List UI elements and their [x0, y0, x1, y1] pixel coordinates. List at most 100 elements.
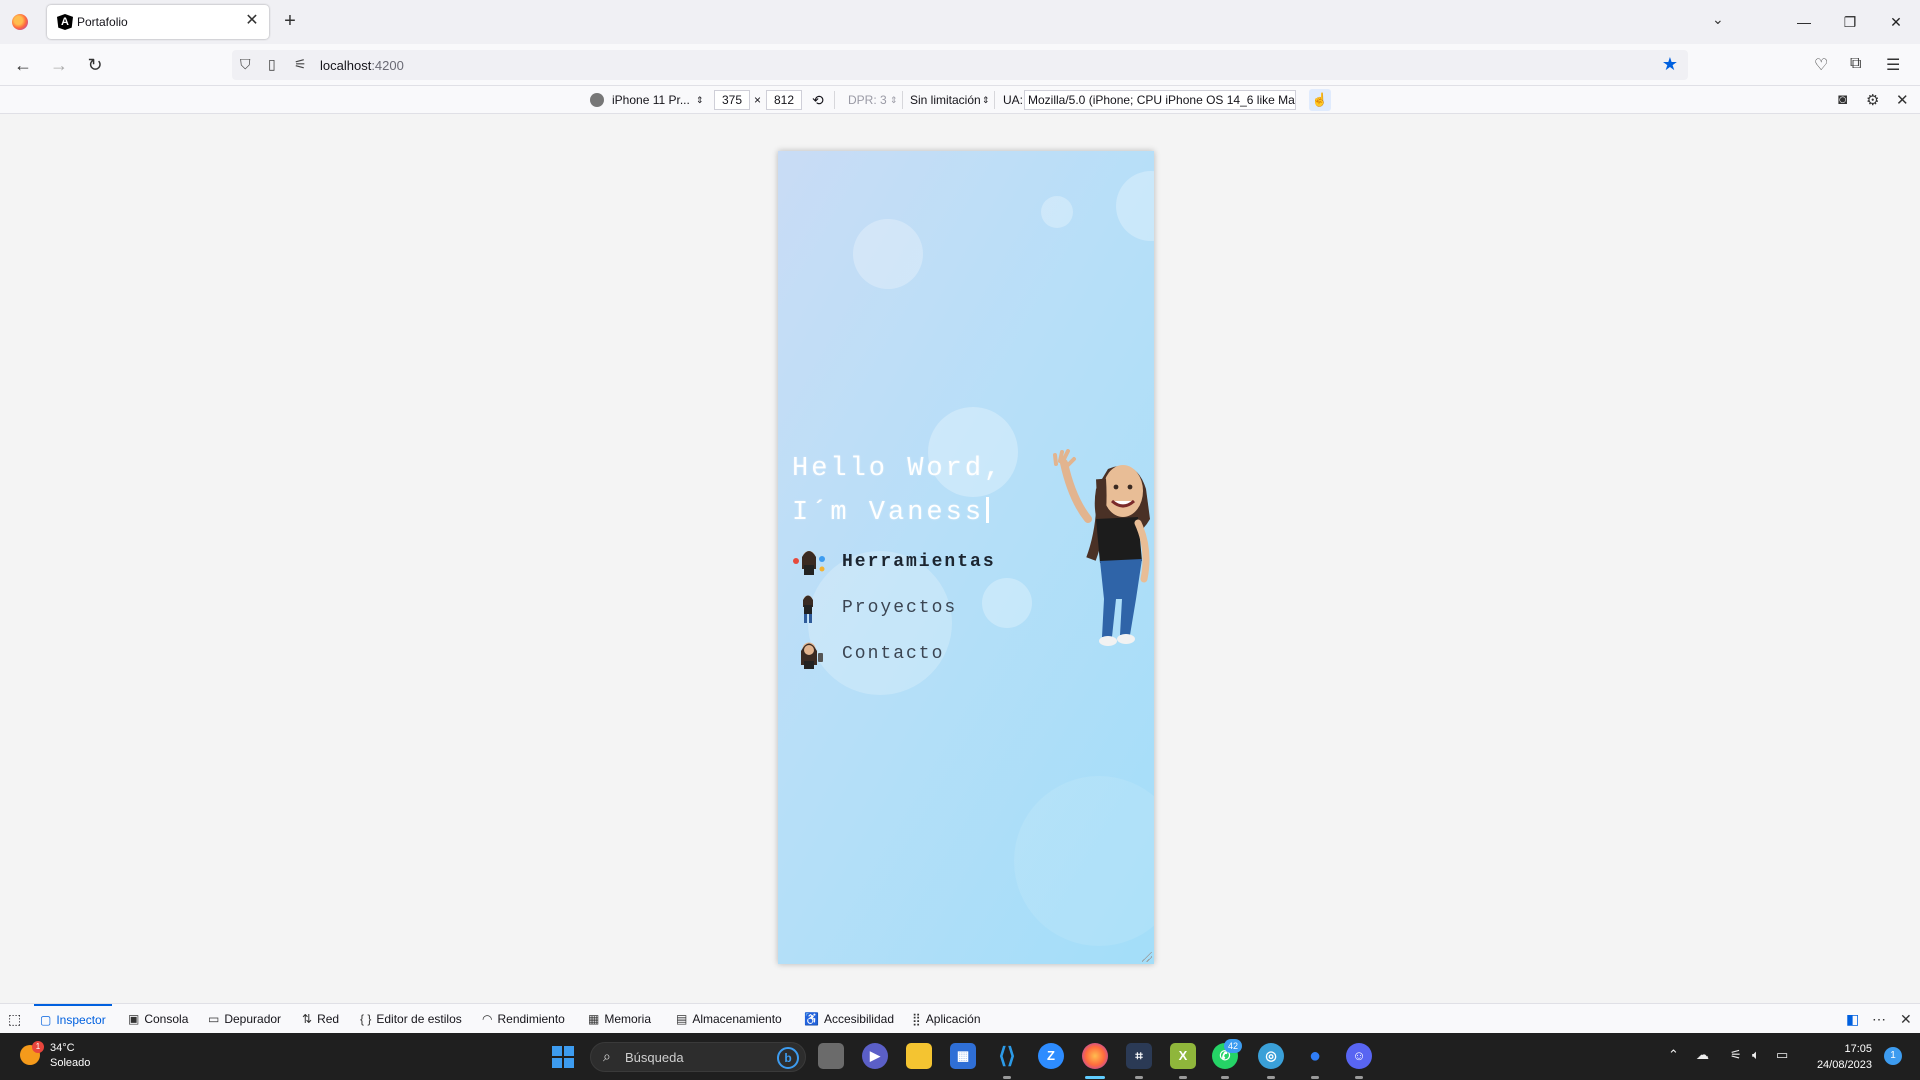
device-selector[interactable]: iPhone 11 Pr... — [612, 91, 690, 109]
avatar-illustration — [1046, 449, 1154, 649]
url-text[interactable]: localhost:4200 — [320, 58, 404, 73]
dpr-selector[interactable]: DPR: 3 — [848, 91, 887, 109]
proyectos-avatar-icon — [792, 593, 826, 623]
resize-handle[interactable] — [1142, 952, 1152, 962]
devtools-tab-application[interactable]: ⣿ Aplicación — [912, 1004, 981, 1034]
height-input[interactable]: 812 — [766, 90, 802, 110]
start-windows-icon[interactable] — [552, 1046, 574, 1068]
url-bar[interactable]: ⛉ ▯ ⚟ localhost:4200 ★ — [232, 50, 1688, 80]
close-devtools-icon[interactable]: ✕ — [1900, 1011, 1912, 1028]
menu-icon[interactable]: ☰ — [1886, 55, 1900, 75]
responsive-design-toolbar: iPhone 11 Pr... ⇕ 375 × 812 ⟲ DPR: 3 ⇕ S… — [0, 86, 1920, 114]
vscode-icon[interactable]: ⟨⟩ — [994, 1043, 1020, 1069]
pocket-icon[interactable]: ♡ — [1814, 55, 1828, 75]
debugger-icon: ▭ — [208, 1012, 220, 1026]
throttle-selector[interactable]: Sin limitación — [910, 91, 981, 109]
bubble — [1116, 171, 1154, 241]
battery-icon[interactable]: ▭ — [1776, 1047, 1788, 1063]
width-input[interactable]: 375 — [714, 90, 750, 110]
close-window-button[interactable]: ✕ — [1874, 8, 1918, 36]
zoom-icon[interactable]: Z — [1038, 1043, 1064, 1069]
new-tab-button[interactable]: + — [280, 10, 300, 32]
show-hidden-icons-icon[interactable]: ⌃ — [1668, 1047, 1679, 1063]
notification-badge[interactable]: 1 — [1884, 1047, 1902, 1065]
page-icon[interactable]: ▯ — [268, 56, 276, 73]
running-indicator — [1003, 1076, 1011, 1079]
devtools-tab-network[interactable]: ⇅ Red — [302, 1004, 339, 1034]
list-all-tabs-icon[interactable]: ⌄ — [1712, 11, 1724, 28]
bing-icon[interactable]: b — [777, 1047, 799, 1069]
extensions-icon[interactable]: ⧉ — [1850, 55, 1861, 73]
shield-icon[interactable]: ⛉ — [240, 56, 251, 73]
menu-label[interactable]: Contacto — [842, 644, 944, 664]
devtools-tab-debugger[interactable]: ▭ Depurador — [208, 1004, 281, 1034]
taskbar: 1 34°C Soleado ⌕ Búsqueda b ▶ ▦ ⟨⟩ Z ⌗ X… — [0, 1033, 1920, 1080]
xampp-icon[interactable]: X — [1170, 1043, 1196, 1069]
mysql-workbench-icon[interactable]: ⌗ — [1126, 1043, 1152, 1069]
firefox-taskbar-icon[interactable] — [1082, 1043, 1108, 1069]
bubble — [1041, 196, 1073, 228]
greeting-line-2: I´m Vaness — [792, 491, 1003, 535]
devtools-tab-storage[interactable]: ▤ Almacenamiento — [676, 1004, 782, 1034]
element-picker-icon[interactable]: ⬚ — [8, 1004, 21, 1034]
menu-item-herramientas[interactable]: Herramientas — [792, 547, 996, 577]
devtools-tab-style-editor[interactable]: { } Editor de estilos — [360, 1004, 462, 1034]
settings-icon[interactable]: ⚙ — [1866, 91, 1879, 109]
weather-temp[interactable]: 34°C — [50, 1042, 75, 1054]
devtools-tab-console[interactable]: ▣ Consola — [128, 1004, 188, 1034]
running-indicator — [1135, 1076, 1143, 1079]
back-button[interactable]: ← — [10, 52, 36, 78]
firefox-icon[interactable] — [12, 14, 28, 30]
devtools-tab-accessibility[interactable]: ♿ Accesibilidad — [804, 1004, 894, 1034]
minimize-button[interactable]: — — [1782, 8, 1826, 36]
teams-icon[interactable]: ▶ — [862, 1043, 888, 1069]
user-agent-input[interactable]: Mozilla/5.0 (iPhone; CPU iPhone OS 14_6 … — [1024, 90, 1296, 110]
search-icon: ⌕ — [603, 1048, 611, 1064]
devtools-tab-inspector[interactable]: ▢ Inspector — [34, 1004, 112, 1034]
contacto-avatar-icon — [792, 639, 826, 669]
dock-side-icon[interactable]: ◧ — [1846, 1011, 1859, 1028]
weather-badge: 1 — [32, 1041, 44, 1053]
taskbar-search[interactable]: ⌕ Búsqueda b — [590, 1042, 806, 1072]
dpr-dropdown-icon[interactable]: ⇕ — [890, 91, 898, 109]
maps-icon[interactable]: ● — [1302, 1043, 1328, 1069]
microsoft-store-icon[interactable]: ▦ — [950, 1043, 976, 1069]
throttle-dropdown-icon[interactable]: ⇕ — [982, 91, 990, 109]
clock-time: 17:05 — [1844, 1043, 1872, 1055]
bookmark-star-icon[interactable]: ★ — [1662, 54, 1678, 75]
menu-label[interactable]: Proyectos — [842, 598, 957, 618]
screenshot-icon[interactable]: ◙ — [1838, 91, 1847, 108]
volume-icon[interactable]: 🔈︎ — [1752, 1047, 1760, 1063]
weather-condition[interactable]: Soleado — [50, 1057, 90, 1069]
menu-label[interactable]: Herramientas — [842, 552, 996, 572]
discord-icon[interactable]: ☺ — [1346, 1043, 1372, 1069]
hero-greeting: Hello Word, I´m Vaness — [792, 447, 1003, 535]
permissions-icon[interactable]: ⚟ — [294, 56, 307, 73]
reload-button[interactable]: ↻ — [82, 52, 108, 78]
running-indicator — [1311, 1076, 1319, 1079]
devtools-tab-performance[interactable]: ◠ Rendimiento — [482, 1004, 565, 1034]
file-explorer-icon[interactable] — [906, 1043, 932, 1069]
running-indicator-active — [1085, 1076, 1105, 1079]
rotate-icon[interactable]: ⟲ — [812, 91, 824, 109]
separator — [994, 91, 995, 109]
task-view-icon[interactable] — [818, 1043, 844, 1069]
more-options-icon[interactable]: ⋯ — [1872, 1011, 1886, 1028]
devtools-tab-memory[interactable]: ▦ Memoria — [588, 1004, 651, 1034]
running-indicator — [1221, 1076, 1229, 1079]
system-clock[interactable]: 17:05 24/08/2023 — [1817, 1041, 1872, 1073]
globe-app-icon[interactable]: ◎ — [1258, 1043, 1284, 1069]
touch-simulation-icon[interactable]: ☝ — [1309, 89, 1331, 111]
clock-date: 24/08/2023 — [1816, 1059, 1872, 1071]
device-dropdown-icon[interactable]: ⇕ — [696, 91, 704, 109]
wifi-icon[interactable]: ⚟ — [1730, 1047, 1742, 1063]
close-tab-icon[interactable]: ✕ — [243, 12, 261, 30]
console-icon: ▣ — [128, 1012, 140, 1026]
tab-portafolio[interactable]: A Portafolio ✕ — [47, 5, 269, 39]
restore-button[interactable]: ❐ — [1828, 8, 1872, 36]
menu-item-contacto[interactable]: Contacto — [792, 639, 944, 669]
onedrive-cloud-icon[interactable]: ☁ — [1696, 1047, 1709, 1063]
menu-item-proyectos[interactable]: Proyectos — [792, 593, 957, 623]
forward-button[interactable]: → — [46, 52, 72, 78]
close-rdm-icon[interactable]: ✕ — [1896, 91, 1909, 109]
